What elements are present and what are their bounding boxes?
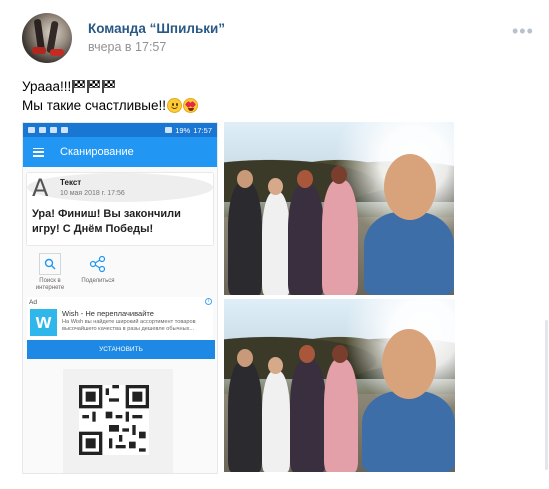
ad-install-button: УСТАНОВИТЬ xyxy=(27,340,215,359)
photo-attachment-group-2[interactable] xyxy=(224,299,455,472)
post-text-line-1: Урааа!!! xyxy=(22,79,72,94)
app-bar: Сканирование xyxy=(23,137,217,167)
search-icon xyxy=(39,253,61,275)
checkered-flag-icon xyxy=(102,80,116,93)
status-time: 17:57 xyxy=(193,125,212,135)
wish-logo: w xyxy=(30,309,57,336)
share-label: Поделиться xyxy=(81,278,115,284)
scrollbar-thumb[interactable] xyxy=(545,320,548,470)
result-text: Ура! Финиш! Вы закончили игру! С Днём По… xyxy=(32,208,181,235)
notification-icon xyxy=(61,127,68,133)
ad-description: На Wish вы найдете широкий ассортимент т… xyxy=(62,319,196,332)
phone-status-bar: 19% 17:57 xyxy=(23,123,217,137)
more-horizontal-icon[interactable]: ••• xyxy=(512,22,534,40)
search-web-action: Поиск в интернете xyxy=(31,253,69,292)
app-title: Сканирование xyxy=(60,146,134,158)
qr-code-photo xyxy=(63,369,173,473)
post-time-link[interactable]: вчера в 17:57 xyxy=(88,40,166,54)
author-name-link[interactable]: Команда “Шпильки” xyxy=(88,21,225,36)
wall-post: Команда “Шпильки” вчера в 17:57 ••• Ураа… xyxy=(0,0,549,489)
notification-icon xyxy=(50,127,57,133)
photo-attachment-screenshot[interactable]: 19% 17:57 Сканирование A Текст 10 мая 201… xyxy=(22,122,218,474)
ad-label: Ad xyxy=(29,299,37,306)
post-text-line-2: Мы такие счастливые!! xyxy=(22,98,167,113)
ad-block: Ad i w Wish - Не переплачивайте На Wish … xyxy=(27,297,215,359)
search-web-label: Поиск в интернете xyxy=(35,278,65,291)
notification-icon xyxy=(39,127,46,133)
menu-icon xyxy=(33,147,44,157)
scan-result-card: A Текст 10 мая 2018 г. 17:56 Ура! Финиш!… xyxy=(27,173,213,245)
heart-eyes-face-icon xyxy=(183,98,199,113)
result-type: Текст xyxy=(60,178,82,187)
qr-code xyxy=(79,385,149,455)
result-actions: Поиск в интернете Поделиться xyxy=(23,245,217,297)
share-action: Поделиться xyxy=(79,253,117,292)
author-avatar[interactable] xyxy=(22,13,72,63)
signal-icon xyxy=(165,127,173,133)
photo-attachment-group-1[interactable] xyxy=(224,122,454,295)
checkered-flag-icon xyxy=(87,80,101,93)
text-type-icon: A xyxy=(32,174,49,202)
post-text: Урааа!!! Мы такие счастливые!! xyxy=(22,77,199,115)
result-date: 10 мая 2018 г. 17:56 xyxy=(60,190,125,197)
share-icon xyxy=(87,253,109,275)
info-icon: i xyxy=(205,298,212,305)
checkered-flag-icon xyxy=(72,80,86,93)
battery-level: 19% xyxy=(175,125,191,135)
ad-title: Wish - Не переплачивайте xyxy=(62,309,154,318)
smiling-face-icon xyxy=(167,98,183,113)
notification-icon xyxy=(28,127,35,133)
